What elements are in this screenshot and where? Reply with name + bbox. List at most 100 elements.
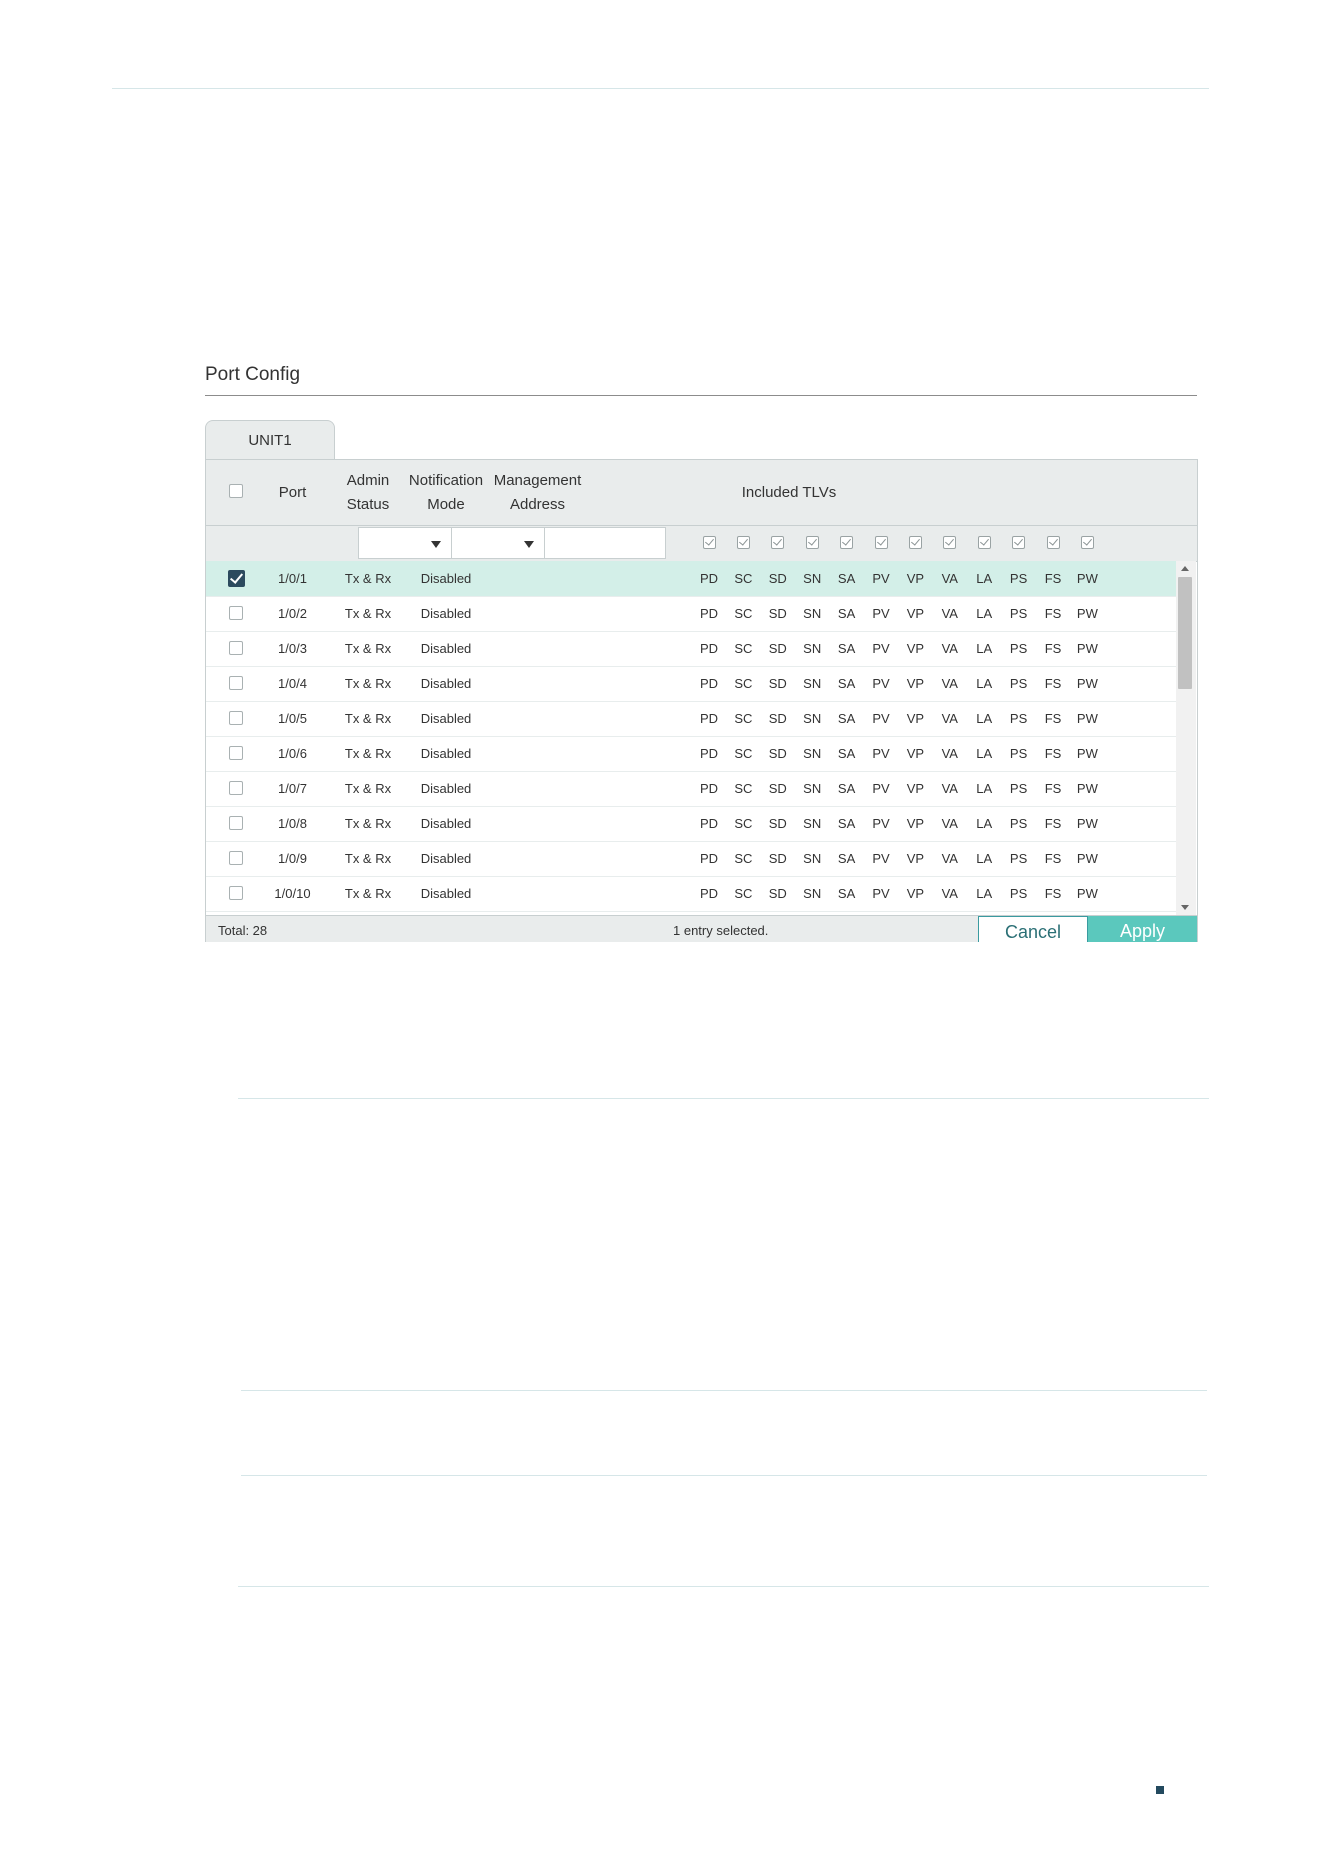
admin-status-select[interactable] (358, 527, 452, 559)
apply-button[interactable]: Apply (1088, 916, 1197, 942)
admin-status-cell: Tx & Rx (344, 641, 392, 656)
row-checkbox[interactable] (229, 641, 243, 655)
tlv-cell-pw: PW (1076, 781, 1098, 796)
tlv-filter-checkbox-la[interactable] (977, 536, 991, 549)
admin-status-cell: Tx & Rx (344, 746, 392, 761)
caret-down-icon (431, 541, 441, 548)
port-cell: 1/0/9 (278, 851, 307, 866)
tlv-cell-sn: SN (803, 816, 822, 831)
port-config-table: Port Admin Status Notification Mode Mana… (205, 459, 1198, 942)
notification-mode-cell: Disabled (420, 676, 472, 691)
tlv-cell-sd: SD (768, 571, 787, 586)
tab-unit1[interactable]: UNIT1 (205, 420, 335, 461)
notification-mode-select[interactable] (451, 527, 545, 559)
tlv-cell-ps: PS (1009, 641, 1028, 656)
row-checkbox[interactable] (229, 746, 243, 760)
tlv-cell-pw: PW (1076, 851, 1098, 866)
table-scrollbar[interactable] (1176, 561, 1196, 915)
tlv-filter-checkbox-sa[interactable] (840, 536, 854, 549)
tlv-cell-pw: PW (1076, 606, 1098, 621)
tlv-filter-checkbox-va[interactable] (943, 536, 957, 549)
table-body: 1/0/1 Tx & Rx Disabled PD SC SD SN SA PV VP VA LA PS… (206, 561, 1176, 915)
header-port: Port (278, 483, 307, 501)
row-checkbox[interactable] (228, 570, 245, 587)
tlv-cell-ps: PS (1009, 816, 1028, 831)
scroll-thumb[interactable] (1178, 577, 1192, 689)
table-row[interactable]: 1/0/1 Tx & Rx Disabled PD SC SD SN SA PV VP VA LA PS… (206, 561, 1176, 597)
tlv-cell-ps: PS (1009, 886, 1028, 901)
port-cell: 1/0/8 (278, 816, 307, 831)
selection-status: 1 entry selected. (673, 923, 769, 938)
tlv-cell-pw: PW (1076, 816, 1098, 831)
tlv-cell-sd: SD (768, 816, 787, 831)
row-checkbox[interactable] (229, 711, 243, 725)
row-checkbox[interactable] (229, 781, 243, 795)
row-checkbox[interactable] (229, 851, 243, 865)
tlv-cell-pw: PW (1076, 746, 1098, 761)
table-row[interactable]: 1/0/9 Tx & Rx Disabled PD SC SD SN SA PV VP VA LA PS… (206, 841, 1176, 877)
row-checkbox[interactable] (229, 886, 243, 900)
total-count: Total: 28 (218, 923, 268, 938)
tlv-cell-sc: SC (734, 676, 753, 691)
tlv-cell-pw: PW (1076, 886, 1098, 901)
page-marker (1156, 1786, 1164, 1794)
tlv-cell-vp: VP (906, 886, 925, 901)
port-cell: 1/0/1 (278, 571, 307, 586)
tlv-filter-checkbox-sn[interactable] (805, 536, 819, 549)
tlv-cell-pv: PV (872, 641, 890, 656)
tlv-filter-checkbox-vp[interactable] (908, 536, 922, 549)
tlv-cell-vp: VP (906, 746, 925, 761)
tlv-cell-sc: SC (734, 816, 753, 831)
tlv-cell-ps: PS (1009, 781, 1028, 796)
tlv-cell-fs: FS (1044, 571, 1062, 586)
management-address-cell (485, 736, 590, 771)
tlv-cell-sa: SA (837, 746, 856, 761)
scroll-down-icon[interactable] (1181, 905, 1189, 910)
scroll-up-icon[interactable] (1181, 566, 1189, 571)
tlv-cell-sc: SC (734, 641, 753, 656)
tlv-filter-checkbox-sd[interactable] (771, 536, 785, 549)
admin-status-cell: Tx & Rx (344, 606, 392, 621)
tlv-cell-fs: FS (1044, 641, 1062, 656)
tlv-cell-va: VA (941, 816, 958, 831)
management-address-cell (485, 631, 590, 666)
tlv-cell-la: LA (976, 711, 993, 726)
tlv-cell-pd: PD (699, 711, 719, 726)
tlv-cell-sn: SN (803, 851, 822, 866)
tlv-cell-sc: SC (734, 746, 753, 761)
select-all-checkbox[interactable] (229, 484, 243, 498)
table-row[interactable]: 1/0/5 Tx & Rx Disabled PD SC SD SN SA PV VP VA LA PS… (206, 701, 1176, 737)
tlv-cell-sd: SD (768, 711, 787, 726)
tlv-cell-sc: SC (734, 606, 753, 621)
tlv-cell-sn: SN (803, 781, 822, 796)
table-row[interactable]: 1/0/10 Tx & Rx Disabled PD SC SD SN SA PV VP VA LA P… (206, 876, 1176, 912)
tlv-cell-vp: VP (906, 641, 925, 656)
table-row[interactable]: 1/0/4 Tx & Rx Disabled PD SC SD SN SA PV VP VA LA PS… (206, 666, 1176, 702)
row-checkbox[interactable] (229, 816, 243, 830)
cancel-button[interactable]: Cancel (978, 916, 1088, 942)
tlv-cell-vp: VP (906, 571, 925, 586)
table-row[interactable]: 1/0/7 Tx & Rx Disabled PD SC SD SN SA PV VP VA LA PS… (206, 771, 1176, 807)
tlv-filter-checkbox-sc[interactable] (736, 536, 750, 549)
tlv-filter-checkbox-fs[interactable] (1046, 536, 1060, 549)
tlv-filter-checkbox-ps[interactable] (1012, 536, 1026, 549)
divider (238, 1586, 1209, 1587)
tlv-filter-checkbox-pv[interactable] (874, 536, 888, 549)
row-checkbox[interactable] (229, 606, 243, 620)
table-row[interactable]: 1/0/2 Tx & Rx Disabled PD SC SD SN SA PV VP VA LA PS… (206, 596, 1176, 632)
tlv-filter-checkbox-pw[interactable] (1080, 536, 1094, 549)
tlv-cell-sa: SA (837, 816, 856, 831)
port-cell: 1/0/3 (278, 641, 307, 656)
tlv-filter-checkbox-pd[interactable] (702, 536, 716, 549)
table-row[interactable]: 1/0/6 Tx & Rx Disabled PD SC SD SN SA PV VP VA LA PS… (206, 736, 1176, 772)
management-address-cell (485, 876, 590, 911)
tlv-cell-va: VA (941, 886, 958, 901)
tlv-cell-sa: SA (837, 851, 856, 866)
table-row[interactable]: 1/0/3 Tx & Rx Disabled PD SC SD SN SA PV VP VA LA PS… (206, 631, 1176, 667)
tlv-cell-pv: PV (872, 711, 890, 726)
row-checkbox[interactable] (229, 676, 243, 690)
table-row[interactable]: 1/0/8 Tx & Rx Disabled PD SC SD SN SA PV VP VA LA PS… (206, 806, 1176, 842)
management-address-input[interactable] (544, 527, 666, 559)
tlv-cell-va: VA (941, 676, 958, 691)
tlv-cell-pv: PV (872, 571, 890, 586)
